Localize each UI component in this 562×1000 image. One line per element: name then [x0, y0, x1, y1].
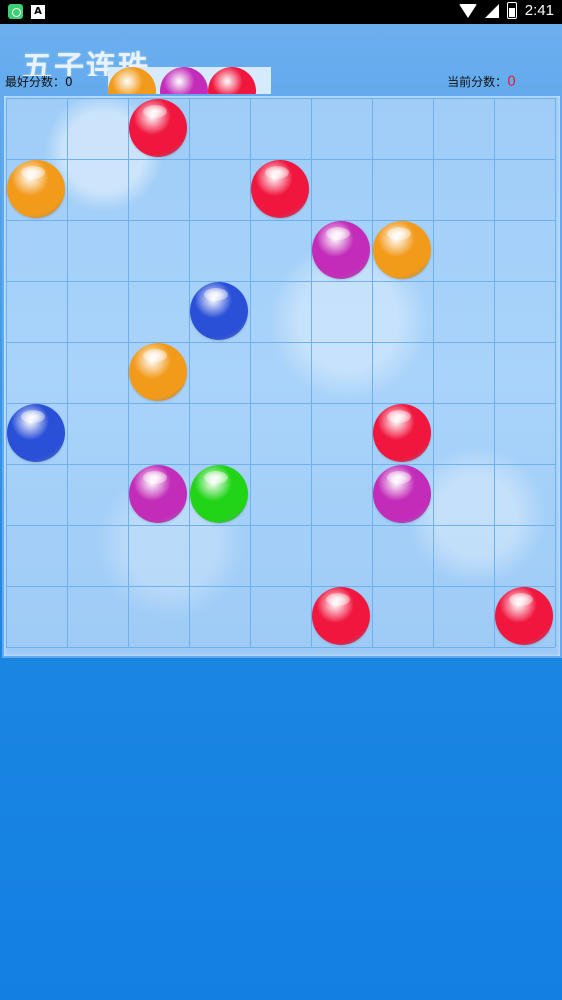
next-ball: [208, 67, 256, 94]
a-notification-icon: A: [31, 5, 45, 19]
grid-line-horizontal: [6, 281, 555, 282]
blue-ball[interactable]: [7, 404, 65, 462]
grid-line-horizontal: [6, 220, 555, 221]
grid-line-vertical: [433, 98, 434, 647]
grid-line-horizontal: [6, 647, 555, 648]
grid-line-vertical: [67, 98, 68, 647]
next-ball: [108, 67, 156, 94]
signal-icon: [484, 3, 499, 18]
purple-ball[interactable]: [373, 465, 431, 523]
status-time: 2:41: [524, 2, 554, 19]
current-score-label: 当前分数：: [447, 75, 508, 89]
grid-line-vertical: [372, 98, 373, 647]
next-balls-preview: [108, 67, 271, 94]
grid-line-vertical: [6, 98, 7, 647]
grid-line-vertical: [555, 98, 556, 647]
board-grid: [6, 98, 556, 648]
orange-ball[interactable]: [7, 160, 65, 218]
grid-line-horizontal: [6, 586, 555, 587]
status-bar: A 2:41: [0, 0, 562, 24]
orange-ball[interactable]: [373, 221, 431, 279]
grid-line-horizontal: [6, 464, 555, 465]
grid-line-vertical: [189, 98, 190, 647]
next-ball: [160, 67, 208, 94]
game-board[interactable]: [2, 94, 562, 658]
red-ball[interactable]: [495, 587, 553, 645]
battery-icon: [506, 2, 517, 19]
red-ball[interactable]: [129, 99, 187, 157]
grid-line-horizontal: [6, 525, 555, 526]
red-ball[interactable]: [312, 587, 370, 645]
purple-ball[interactable]: [312, 221, 370, 279]
app-notification-icon: [8, 4, 23, 19]
current-score: 当前分数：0: [447, 73, 516, 90]
grid-line-vertical: [250, 98, 251, 647]
red-ball[interactable]: [251, 160, 309, 218]
grid-line-vertical: [494, 98, 495, 647]
grid-line-horizontal: [6, 403, 555, 404]
game-header: 五子连珠 最好分数：0 当前分数：0: [0, 24, 562, 94]
best-score: 最好分数：0: [5, 75, 73, 89]
purple-ball[interactable]: [129, 465, 187, 523]
green-ball[interactable]: [190, 465, 248, 523]
blue-ball[interactable]: [190, 282, 248, 340]
grid-line-horizontal: [6, 342, 555, 343]
grid-line-vertical: [311, 98, 312, 647]
grid-line-horizontal: [6, 98, 555, 99]
wifi-icon: [458, 3, 477, 18]
current-score-value: 0: [507, 74, 516, 90]
red-ball[interactable]: [373, 404, 431, 462]
orange-ball[interactable]: [129, 343, 187, 401]
